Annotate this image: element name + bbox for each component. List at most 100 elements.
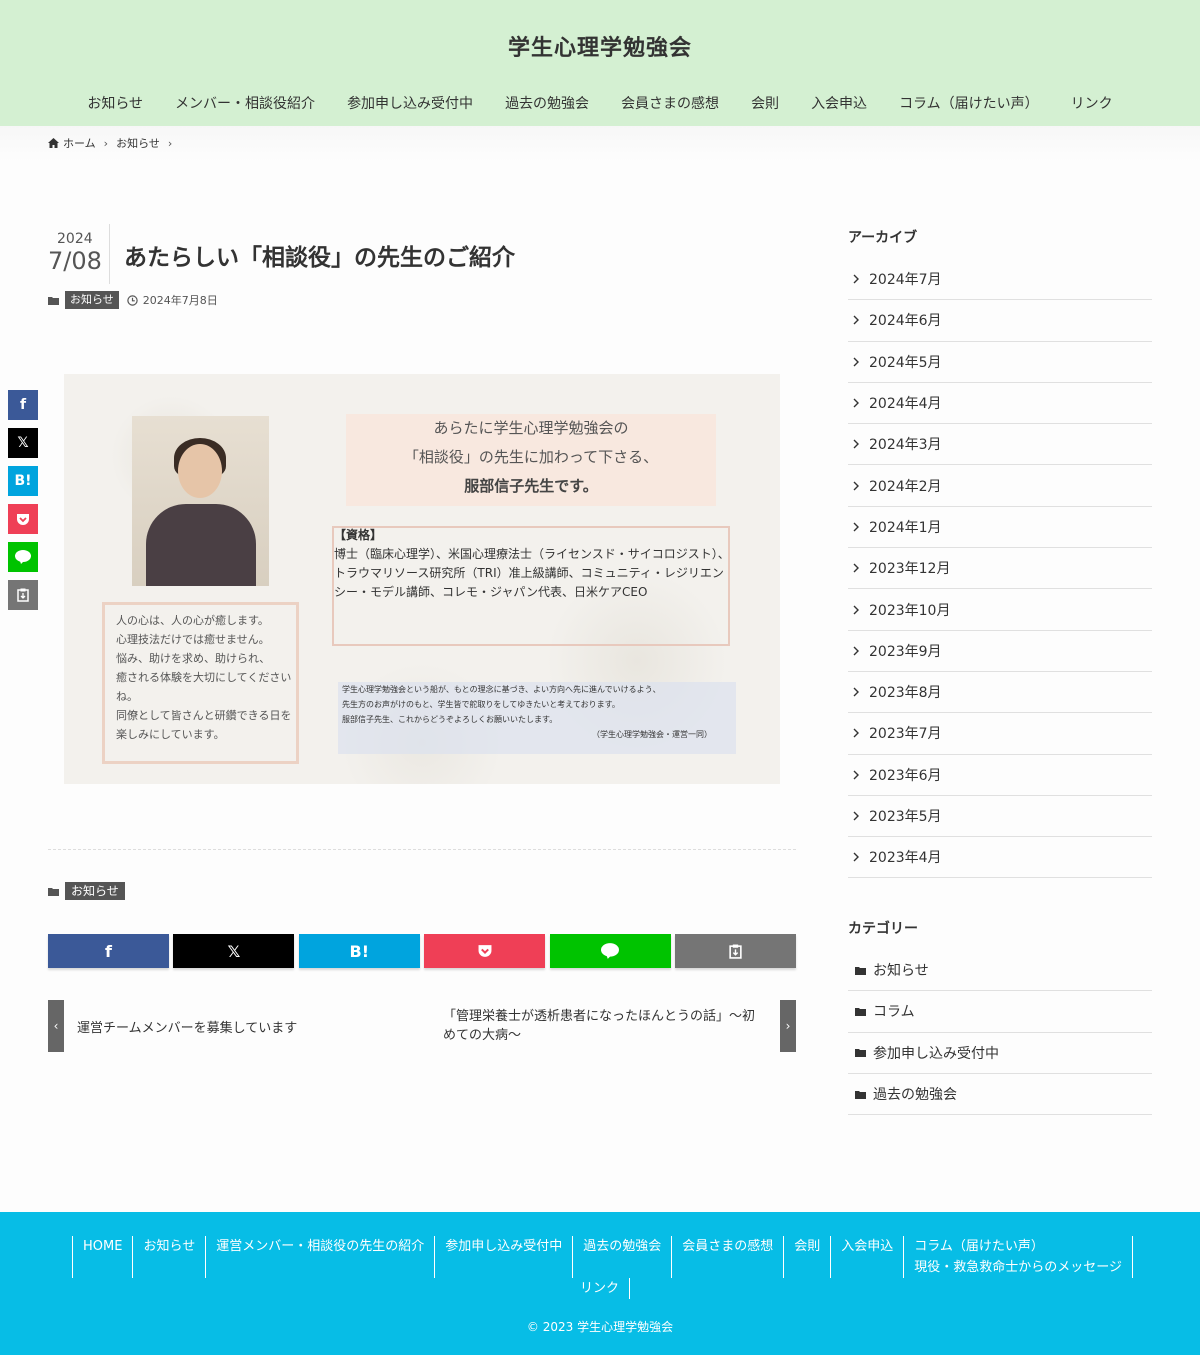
next-post-button[interactable]: › [780,1000,796,1052]
pocket-icon [17,513,29,525]
archive-list: 2024年7月 2024年6月 2024年5月 2024年4月 2024年3月 2024年… [848,259,1152,879]
archive-item[interactable]: 2024年7月 [848,259,1152,301]
archive-item-label: 2024年6月 [869,313,942,330]
nav-testimonials[interactable]: 会員さまの感想 [605,92,735,116]
footer-nav-column[interactable]: コラム（届けたい声） [914,1236,1122,1257]
site-header: 学生心理学勉強会 お知らせ メンバー・相談役紹介 参加申し込み受付中 過去の勉強… [0,0,1200,126]
pocket-share-button[interactable] [424,934,546,968]
facebook-share-button[interactable]: f [8,390,38,420]
date-divider [109,224,110,284]
archive-item-label: 2023年8月 [869,685,942,702]
share-bar: f 𝕏 B! [48,934,796,968]
line-icon [601,943,620,959]
category-item[interactable]: コラム [848,991,1152,1033]
hatena-share-button[interactable]: B! [298,934,420,968]
category-badge[interactable]: お知らせ [65,882,125,900]
chevron-right-icon [853,728,859,738]
chevron-right-icon [853,315,859,325]
site-footer: HOME お知らせ 運営メンバー・相談役の先生の紹介 参加申し込み受付中 過去の… [0,1212,1200,1355]
footer-nav-members[interactable]: 運営メンバー・相談役の先生の紹介 [205,1236,434,1278]
footer-nav-rules[interactable]: 会則 [783,1236,830,1278]
home-icon [48,138,59,148]
x-share-button[interactable]: 𝕏 [8,428,38,458]
chevron-right-icon [853,398,859,408]
breadcrumb-current[interactable]: お知らせ [116,135,160,151]
footer-nav-ems-message[interactable]: 現役・救急救命士からのメッセージ [914,1257,1122,1278]
facebook-share-button[interactable]: f [48,934,169,968]
category-badge[interactable]: お知らせ [65,291,119,309]
qualification-title: 【資格】 [334,528,383,542]
prev-post-button[interactable]: ‹ [48,1000,64,1052]
line-share-button[interactable] [549,934,671,968]
pocket-icon [478,945,492,957]
nav-join[interactable]: 入会申込 [795,92,883,116]
footer-nav-past-sessions[interactable]: 過去の勉強会 [572,1236,671,1278]
category-item-label: 参加申し込み受付中 [873,1045,999,1062]
archive-item[interactable]: 2023年10月 [848,589,1152,631]
category-item[interactable]: お知らせ [848,950,1152,992]
category-item[interactable]: 過去の勉強会 [848,1074,1152,1116]
archive-item-label: 2023年9月 [869,643,942,660]
clock-icon [127,294,138,306]
hatena-share-button[interactable]: B! [8,466,38,496]
nav-apply[interactable]: 参加申し込み受付中 [331,92,489,116]
global-nav: お知らせ メンバー・相談役紹介 参加申し込み受付中 過去の勉強会 会員さまの感想… [0,92,1200,116]
archive-item[interactable]: 2023年4月 [848,837,1152,879]
folder-icon [855,1090,866,1099]
archive-item[interactable]: 2023年6月 [848,755,1152,796]
archive-item[interactable]: 2024年1月 [848,507,1152,549]
folder-icon [48,296,59,305]
facebook-icon: f [19,397,27,413]
x-icon: 𝕏 [17,435,29,451]
pocket-share-button[interactable] [8,504,38,534]
line-share-button[interactable] [8,542,38,572]
archive-item[interactable]: 2023年12月 [848,548,1152,590]
archive-item[interactable]: 2024年2月 [848,465,1152,507]
prev-post-link[interactable]: 運営チームメンバーを募集しています [77,1017,297,1036]
featured-image: あらたに学生心理学勉強会の 「相談役」の先生に加わって下さる、 服部信子先生です… [64,374,780,784]
nav-members[interactable]: メンバー・相談役紹介 [159,92,331,116]
footer-nav: HOME お知らせ 運営メンバー・相談役の先生の紹介 参加申し込み受付中 過去の… [72,1236,1134,1278]
next-post-link[interactable]: 「管理栄養士が透析患者になったほんとうの話」〜初めての大病〜 [443,1007,763,1045]
footer-nav-links[interactable]: リンク [570,1278,631,1299]
nav-rules[interactable]: 会則 [735,92,795,116]
footer-nav-testimonials[interactable]: 会員さまの感想 [671,1236,783,1278]
site-title[interactable]: 学生心理学勉強会 [0,30,1200,62]
archive-item[interactable]: 2023年9月 [848,631,1152,672]
archive-item-label: 2023年12月 [869,561,951,578]
nav-links[interactable]: リンク [1055,92,1129,116]
archive-item-label: 2024年7月 [869,272,942,289]
message-line: 学生心理学勉強会という船が、もとの理念に基づき、よい方向へ先に進んでいけるよう、 [342,685,661,694]
archive-item[interactable]: 2023年7月 [848,713,1152,755]
intro-box: あらたに学生心理学勉強会の 「相談役」の先生に加わって下さる、 服部信子先生です… [346,414,716,506]
archive-item[interactable]: 2024年6月 [848,300,1152,342]
archive-item-label: 2023年7月 [869,726,942,743]
footer-nav-apply[interactable]: 参加申し込み受付中 [434,1236,572,1278]
category-item-label: お知らせ [873,963,929,980]
breadcrumb-home[interactable]: ホーム [63,135,96,151]
post-date: 2024年7月8日 [142,294,218,307]
message-signature: （学生心理学勉強会・運営一同） [592,730,712,739]
archive-item[interactable]: 2024年3月 [848,424,1152,466]
chevron-right-icon: › [785,1019,791,1033]
footer-nav-join[interactable]: 入会申込 [830,1236,903,1278]
chevron-right-icon [853,563,859,573]
archive-item[interactable]: 2023年5月 [848,796,1152,838]
archive-item[interactable]: 2024年4月 [848,383,1152,425]
x-share-button[interactable]: 𝕏 [173,934,295,968]
archive-item-label: 2024年3月 [869,437,942,454]
archive-item[interactable]: 2023年8月 [848,672,1152,714]
post-meta: お知らせ 2024年7月8日 [48,291,218,309]
footer-nav-home[interactable]: HOME [72,1236,132,1278]
copy-link-button[interactable] [8,580,38,610]
category-item[interactable]: 参加申し込み受付中 [848,1033,1152,1074]
nav-past-sessions[interactable]: 過去の勉強会 [489,92,605,116]
archive-item-label: 2023年6月 [869,767,942,784]
nav-column[interactable]: コラム（届けたい声） [883,92,1055,116]
archive-item[interactable]: 2024年5月 [848,342,1152,383]
copy-link-button[interactable] [674,934,796,968]
category-item-label: 過去の勉強会 [873,1087,957,1104]
nav-news[interactable]: お知らせ [71,92,159,116]
footer-nav-news[interactable]: お知らせ [132,1236,205,1278]
qualification-body: 博士（臨床心理学）、米国心理療法士（ライセンスド・サイコロジスト）、トラウマリソ… [334,547,730,599]
